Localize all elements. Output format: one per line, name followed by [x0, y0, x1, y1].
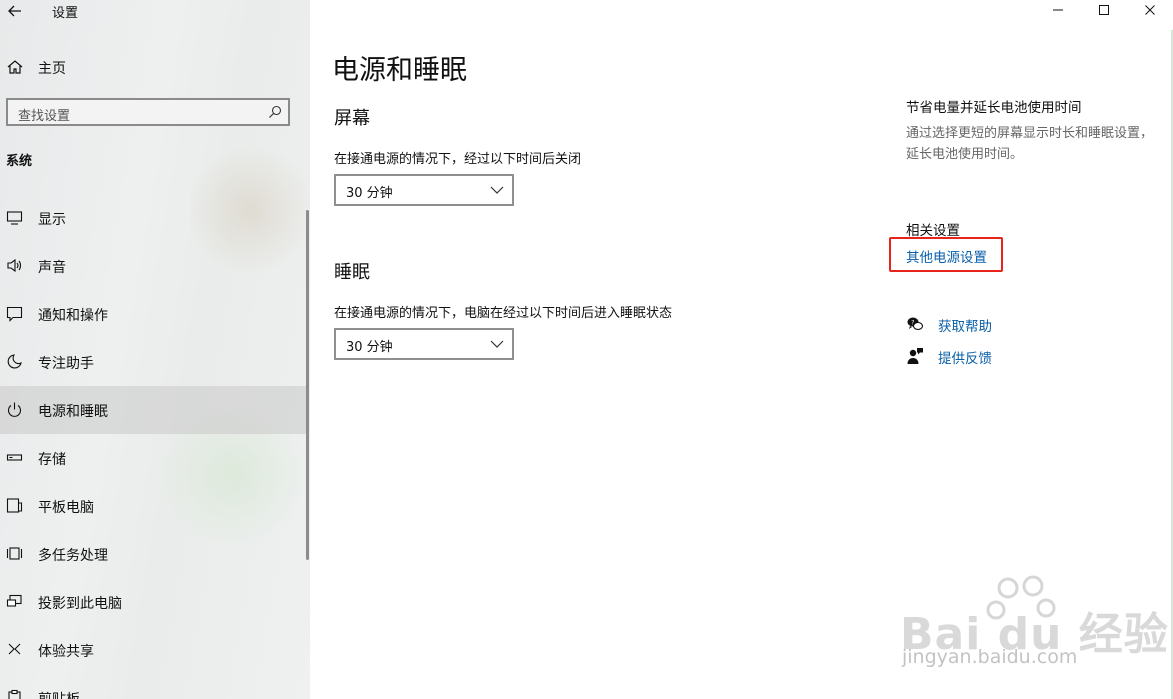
notification-icon — [6, 306, 23, 322]
sidebar-item-label: 平板电脑 — [38, 500, 94, 516]
give-feedback-link[interactable]: 提供反馈 — [906, 346, 1106, 368]
moon-icon — [7, 354, 22, 369]
dropdown-value: 30 分钟 — [346, 186, 393, 201]
sidebar-item-label: 声音 — [38, 260, 66, 276]
maximize-button[interactable] — [1081, 0, 1127, 22]
screen-heading: 屏幕 — [334, 108, 370, 129]
get-help-label: 获取帮助 — [938, 319, 992, 335]
clipboard-icon — [8, 689, 21, 699]
search-input[interactable]: 查找设置 — [6, 98, 290, 126]
watermark-brand: Bai du 经验 — [900, 609, 1169, 660]
minimize-button[interactable] — [1035, 0, 1081, 22]
storage-icon — [6, 454, 23, 461]
speaker-icon — [7, 258, 22, 273]
help-chat-icon: ? — [907, 317, 924, 331]
section-label: 系统 — [6, 154, 33, 169]
screen-timeout-dropdown[interactable]: 30 分钟 — [334, 174, 514, 206]
sidebar-item-home[interactable]: 主页 — [0, 50, 310, 84]
sidebar-item-label: 存储 — [38, 452, 66, 468]
related-settings-heading: 相关设置 — [906, 223, 960, 239]
monitor-icon — [6, 211, 23, 225]
battery-tip-title: 节省电量并延长电池使用时间 — [906, 100, 1082, 116]
page-title: 电源和睡眠 — [332, 55, 467, 86]
sidebar-item-label: 多任务处理 — [38, 548, 108, 564]
tablet-icon — [6, 498, 23, 513]
sidebar-nav: 显示 声音 通知和操作 专注助手 电源和睡眠 存储 平板电脑 多任务处理 投影到… — [0, 194, 306, 699]
chevron-down-icon — [490, 340, 504, 348]
sidebar-item-power-sleep[interactable]: 电源和睡眠 — [0, 386, 306, 434]
chevron-down-icon — [490, 186, 504, 194]
watermark-url: jingyan.baidu.com — [902, 646, 1078, 668]
sidebar-scrollbar[interactable] — [306, 210, 309, 560]
sidebar-item-clipboard[interactable]: 剪贴板 — [0, 674, 306, 699]
sleep-description: 在接通电源的情况下，电脑在经过以下时间后进入睡眠状态 — [334, 306, 673, 321]
sidebar-item-project[interactable]: 投影到此电脑 — [0, 578, 306, 626]
feedback-person-icon — [907, 348, 923, 364]
sidebar-item-shared-experiences[interactable]: 体验共享 — [0, 626, 306, 674]
sidebar-item-display[interactable]: 显示 — [0, 194, 306, 242]
sleep-timeout-dropdown[interactable]: 30 分钟 — [334, 328, 514, 360]
watermark: Bai du 经验 jingyan.baidu.com — [900, 572, 1170, 682]
sidebar-item-label: 剪贴板 — [38, 689, 80, 699]
sidebar-item-label: 通知和操作 — [38, 308, 108, 324]
multitask-icon — [6, 547, 23, 560]
additional-power-settings-link[interactable]: 其他电源设置 — [906, 246, 987, 266]
battery-tip-description: 通过选择更短的屏幕显示时长和睡眠设置，延长电池使用时间。 — [906, 126, 1154, 162]
minimize-icon — [1053, 9, 1063, 11]
sidebar-item-label: 电源和睡眠 — [38, 404, 108, 420]
back-button[interactable] — [6, 0, 24, 22]
sleep-heading: 睡眠 — [334, 262, 370, 283]
sidebar-item-label: 主页 — [38, 61, 66, 77]
close-icon — [1145, 5, 1155, 15]
sidebar-item-storage[interactable]: 存储 — [0, 434, 306, 482]
sidebar-item-tablet[interactable]: 平板电脑 — [0, 482, 306, 530]
close-button[interactable] — [1127, 0, 1173, 22]
back-arrow-icon — [8, 5, 21, 17]
give-feedback-label: 提供反馈 — [938, 351, 992, 367]
project-icon — [6, 594, 22, 607]
power-icon — [7, 402, 22, 417]
dropdown-value: 30 分钟 — [346, 340, 393, 355]
share-icon — [8, 643, 21, 655]
sidebar-item-label: 投影到此电脑 — [38, 596, 122, 612]
search-icon — [269, 105, 282, 118]
home-icon — [7, 60, 23, 74]
get-help-link[interactable]: ? 获取帮助 — [906, 314, 1106, 336]
search-placeholder: 查找设置 — [18, 109, 71, 124]
app-title: 设置 — [52, 6, 79, 21]
sidebar-item-focus-assist[interactable]: 专注助手 — [0, 338, 306, 386]
sidebar-item-multitasking[interactable]: 多任务处理 — [0, 530, 306, 578]
maximize-icon — [1099, 5, 1109, 15]
sidebar-item-label: 体验共享 — [38, 644, 94, 660]
sidebar-item-label: 显示 — [38, 212, 66, 228]
main-content: 电源和睡眠 屏幕 在接通电源的情况下，经过以下时间后关闭 30 分钟 睡眠 在接… — [310, 0, 1173, 699]
svg-text:?: ? — [911, 319, 914, 326]
title-bar: 设置 — [0, 0, 310, 24]
sidebar-item-label: 专注助手 — [38, 356, 94, 372]
sidebar-item-sound[interactable]: 声音 — [0, 242, 306, 290]
paw-logo-icon — [986, 575, 1056, 620]
screen-description: 在接通电源的情况下，经过以下时间后关闭 — [334, 152, 582, 167]
sidebar-item-notifications[interactable]: 通知和操作 — [0, 290, 306, 338]
sidebar: 设置 主页 查找设置 系统 显示 声音 通知和操作 专注助手 电源和睡眠 存储 … — [0, 0, 310, 699]
